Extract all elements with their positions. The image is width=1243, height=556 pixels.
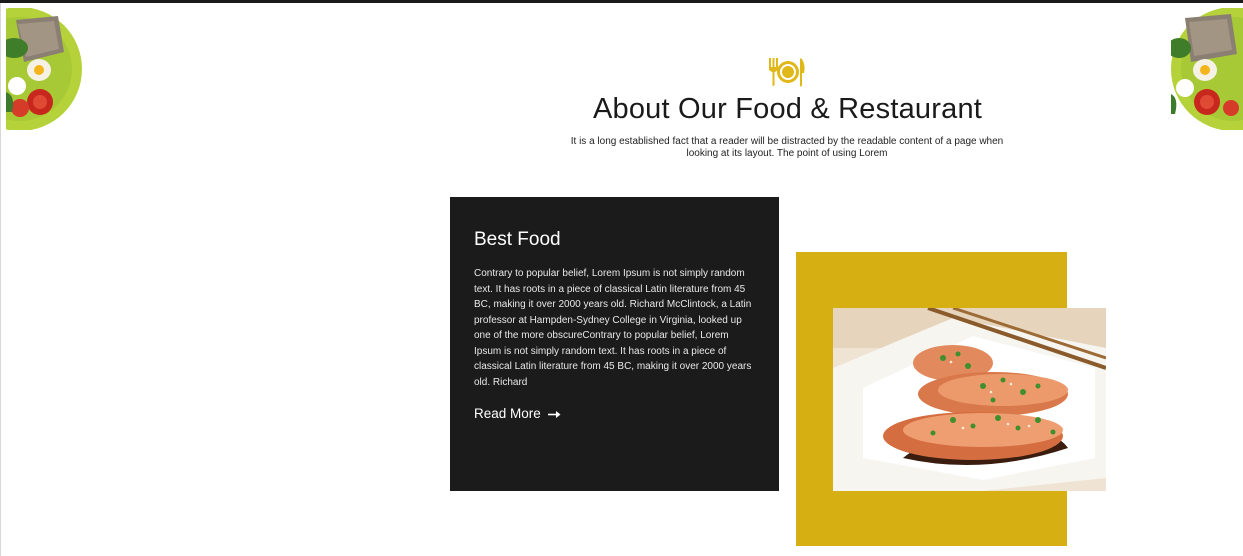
page-subtitle: It is a long established fact that a rea…: [570, 136, 1004, 159]
read-more-link[interactable]: Read More: [474, 406, 562, 421]
left-border: [0, 3, 1, 556]
top-border: [0, 0, 1243, 3]
page-title: About Our Food & Restaurant: [592, 93, 983, 125]
plate-cutlery-icon: [766, 56, 808, 88]
grilled-salmon-image: [833, 308, 1106, 491]
read-more-label: Read More: [474, 406, 541, 421]
card-title: Best Food: [474, 229, 561, 250]
best-food-card: Best Food Contrary to popular belief, Lo…: [450, 197, 779, 491]
arrow-right-icon: [547, 406, 562, 421]
card-text: Contrary to popular belief, Lorem Ipsum …: [474, 268, 752, 388]
